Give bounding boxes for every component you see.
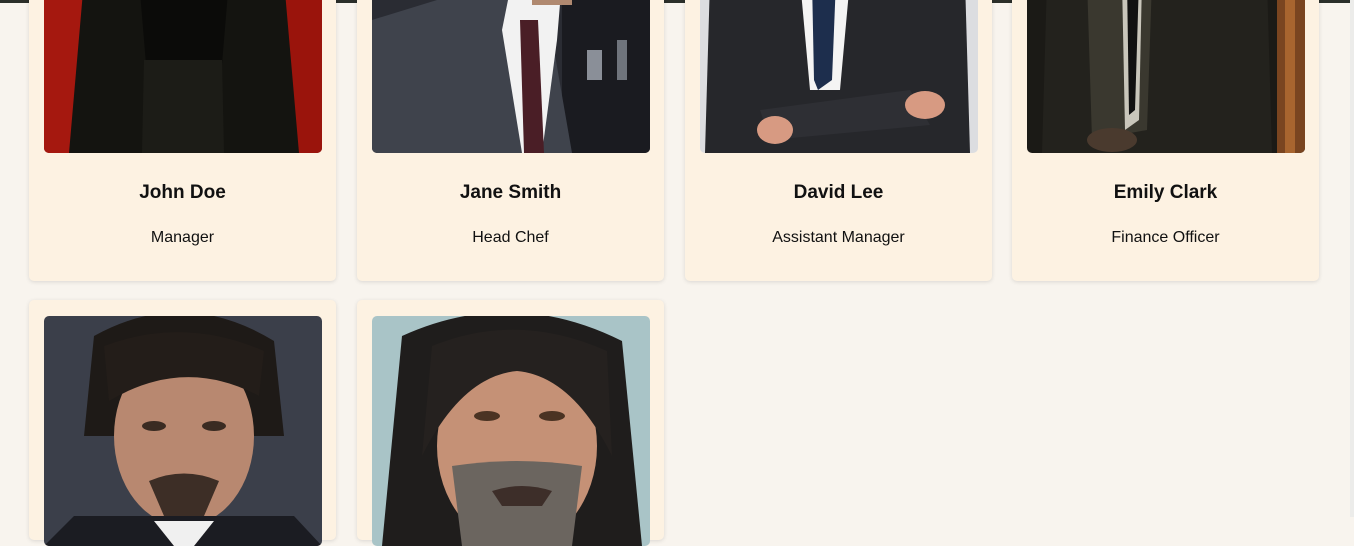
team-card-5[interactable] — [29, 300, 336, 546]
team-member-role: Finance Officer — [1111, 229, 1220, 246]
team-card-david-lee[interactable]: David Lee Assistant Manager — [685, 0, 992, 281]
team-member-name: John Doe — [139, 182, 226, 203]
team-photo — [44, 0, 322, 153]
team-card-6[interactable] — [357, 300, 664, 546]
team-photo — [372, 0, 650, 153]
team-member-name: David Lee — [793, 182, 884, 203]
team-member-role: Head Chef — [472, 229, 549, 246]
team-photo — [700, 0, 978, 153]
team-member-name: Emily Clark — [1113, 182, 1218, 203]
team-card-jane-smith[interactable]: Jane Smith Head Chef — [357, 0, 664, 281]
team-card-emily-clark[interactable]: Emily Clark Finance Officer — [1012, 0, 1319, 281]
team-member-role: Manager — [150, 229, 215, 246]
team-member-role: Assistant Manager — [772, 229, 905, 246]
team-photo — [44, 316, 322, 546]
team-photo — [372, 316, 650, 546]
team-card-john-doe[interactable]: John Doe Manager — [29, 0, 336, 281]
team-member-name: Jane Smith — [459, 182, 562, 203]
scrollbar-track[interactable] — [1350, 0, 1354, 517]
team-photo — [1027, 0, 1305, 153]
